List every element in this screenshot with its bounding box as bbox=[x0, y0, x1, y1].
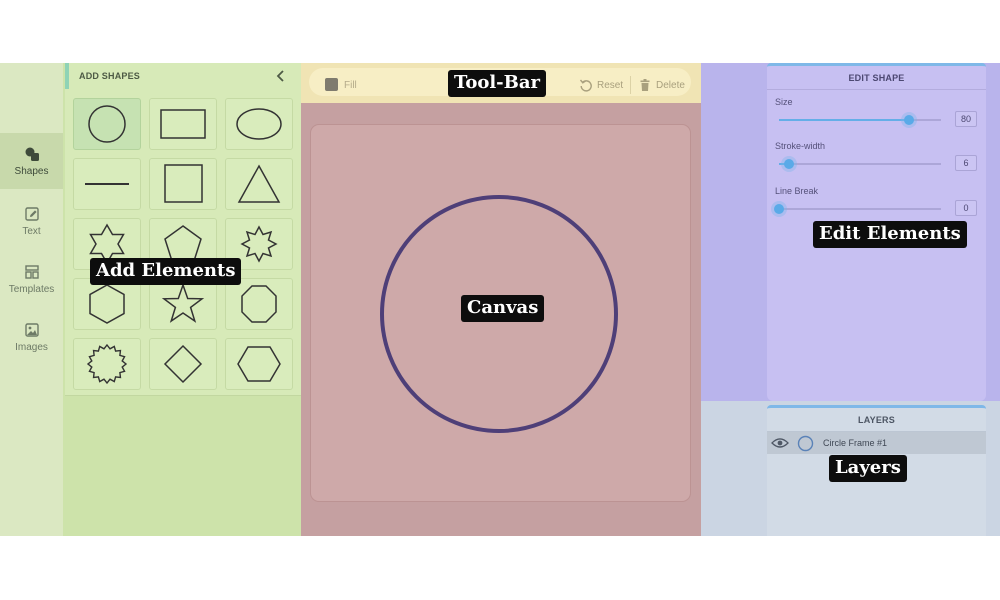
shape-tile-ellipse[interactable] bbox=[225, 98, 293, 150]
slider-thumb[interactable] bbox=[903, 115, 914, 125]
templates-icon bbox=[24, 264, 39, 279]
layer-row[interactable]: Circle Frame #1 bbox=[767, 432, 986, 454]
sidebar-item-label: Shapes bbox=[14, 165, 49, 177]
fill-label[interactable]: Fill bbox=[344, 80, 357, 91]
shape-tile-square[interactable] bbox=[149, 158, 217, 210]
hexagon-shape-icon bbox=[89, 284, 125, 324]
panel-title: EDIT SHAPE bbox=[848, 73, 905, 83]
slider-fill bbox=[779, 119, 909, 121]
shapes-card: ADD SHAPES bbox=[65, 63, 301, 396]
five-point-star-icon bbox=[161, 282, 205, 323]
shape-tile-hexagon[interactable] bbox=[73, 278, 141, 330]
panel-title: ADD SHAPES bbox=[79, 71, 141, 81]
toolbar-divider bbox=[630, 76, 631, 94]
line-break-slider[interactable] bbox=[774, 204, 941, 214]
line-break-input[interactable]: 0 bbox=[955, 200, 977, 216]
shapes-icon bbox=[25, 147, 39, 161]
stroke-width-slider[interactable] bbox=[779, 159, 941, 169]
shape-tile-diamond[interactable] bbox=[149, 338, 217, 390]
reset-icon bbox=[579, 79, 592, 92]
shape-tile-line[interactable] bbox=[73, 158, 141, 210]
delete-label: Delete bbox=[656, 79, 685, 91]
divider bbox=[767, 89, 986, 90]
shape-tile-circle[interactable] bbox=[73, 98, 141, 150]
image-icon bbox=[24, 322, 39, 337]
stroke-width-label: Stroke-width bbox=[775, 141, 826, 151]
circle-shape-icon bbox=[88, 105, 126, 143]
shape-tile-rectangle[interactable] bbox=[149, 98, 217, 150]
slider-thumb[interactable] bbox=[774, 204, 784, 214]
fill-color-swatch[interactable] bbox=[325, 78, 338, 91]
chevron-left-icon[interactable] bbox=[275, 69, 287, 83]
sidebar-item-label: Images bbox=[15, 341, 48, 353]
shape-tile-octagon[interactable] bbox=[225, 278, 293, 330]
square-shape-icon bbox=[164, 164, 203, 203]
slider-thumb[interactable] bbox=[783, 159, 794, 169]
delete-button[interactable]: Delete bbox=[638, 77, 685, 93]
shapes-header: ADD SHAPES bbox=[65, 63, 301, 89]
size-input[interactable]: 80 bbox=[955, 111, 977, 127]
layer-name: Circle Frame #1 bbox=[823, 438, 888, 448]
shape-tile-starburst[interactable] bbox=[73, 338, 141, 390]
canvas-callout: Canvas bbox=[461, 295, 545, 322]
sidebar-item-templates[interactable]: Templates bbox=[0, 251, 63, 307]
sidebar-item-images[interactable]: Images bbox=[0, 309, 63, 365]
rectangle-shape-icon bbox=[160, 109, 206, 139]
ellipse-shape-icon bbox=[236, 108, 282, 140]
edit-elements-callout: Edit Elements bbox=[813, 221, 967, 248]
diamond-shape-icon bbox=[163, 344, 203, 384]
eight-point-star-icon bbox=[240, 225, 278, 263]
circle-layer-icon bbox=[797, 435, 814, 452]
panel-title: LAYERS bbox=[858, 415, 895, 425]
triangle-shape-icon bbox=[237, 164, 281, 203]
reset-button[interactable]: Reset bbox=[579, 77, 623, 93]
eye-icon[interactable] bbox=[771, 437, 789, 449]
octagon-shape-icon bbox=[241, 285, 277, 323]
sidebar-item-shapes[interactable]: Shapes bbox=[0, 133, 63, 189]
layers-callout: Layers bbox=[829, 455, 907, 482]
add-elements-callout: Add Elements bbox=[90, 258, 242, 285]
line-break-label: Line Break bbox=[775, 186, 819, 196]
pencil-icon bbox=[24, 206, 39, 221]
app-frame: Shapes Text Templates Images ADD SHAPES bbox=[0, 63, 1000, 536]
shapes-panel: ADD SHAPES bbox=[63, 63, 301, 536]
size-label: Size bbox=[775, 97, 793, 107]
wide-hexagon-shape-icon bbox=[237, 346, 281, 382]
shape-tile-hexagon-wide[interactable] bbox=[225, 338, 293, 390]
shape-tile-triangle[interactable] bbox=[225, 158, 293, 210]
trash-icon bbox=[640, 79, 650, 91]
shape-tile-star-5[interactable] bbox=[149, 278, 217, 330]
size-slider[interactable] bbox=[779, 115, 941, 125]
sidebar-item-label: Templates bbox=[8, 283, 55, 295]
sidebar-item-text[interactable]: Text bbox=[0, 193, 63, 249]
stroke-width-input[interactable]: 6 bbox=[955, 155, 977, 171]
starburst-shape-icon bbox=[86, 343, 128, 385]
icon-sidebar: Shapes Text Templates Images bbox=[0, 63, 63, 536]
sidebar-item-label: Text bbox=[22, 225, 41, 237]
line-shape-icon bbox=[85, 183, 129, 185]
reset-label: Reset bbox=[597, 79, 624, 91]
toolbar-callout: Tool-Bar bbox=[448, 70, 547, 97]
